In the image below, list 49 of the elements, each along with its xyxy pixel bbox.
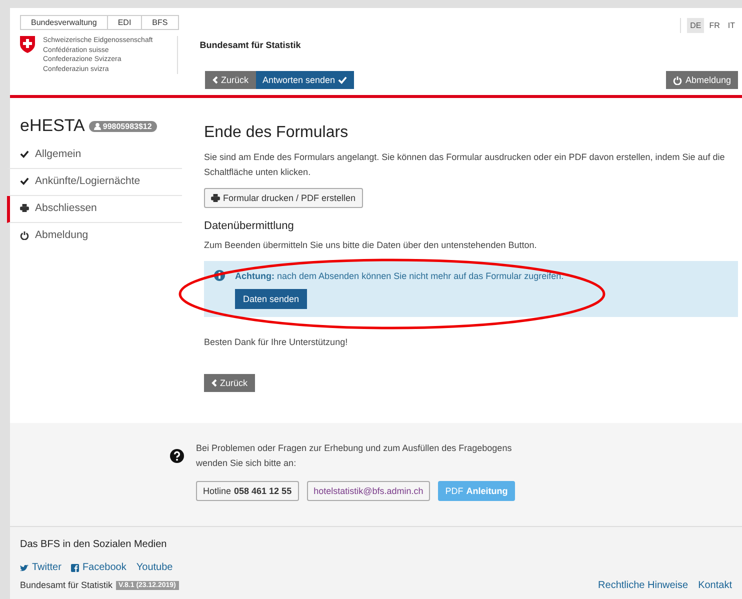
power-icon [673, 76, 682, 84]
sidebar-item[interactable]: Allgemein [7, 142, 182, 169]
language-link[interactable]: DE [687, 18, 704, 33]
info-icon [214, 270, 225, 281]
back-button[interactable]: Zurück [204, 374, 255, 392]
facebook-icon [71, 564, 80, 572]
check-icon [20, 150, 29, 158]
print-button[interactable]: Formular drucken / PDF erstellen [204, 188, 363, 208]
breadcrumb-link[interactable]: Bundesverwaltung [20, 15, 108, 30]
email-button[interactable]: hotelstatistik@bfs.admin.ch [306, 481, 430, 501]
section-text: Zum Beenden übermitteln Sie uns bitte die Daten über den untenstehenden Button. [204, 239, 537, 252]
social-link[interactable]: Twitter [20, 562, 62, 573]
thanks-text: Besten Dank für Ihre Unterstützung! [204, 336, 348, 349]
footer-link[interactable]: Kontakt [698, 580, 732, 591]
language-link[interactable]: IT [724, 18, 738, 33]
sidebar-item[interactable]: Ankünfte/Logiernächte [7, 169, 182, 196]
help-text: Bei Problemen oder Fragen zur Erhebung und zum Ausfüllen des Fragebogens wenden Sie sich bitte an: [196, 442, 513, 470]
bird-icon [20, 564, 29, 572]
printer-icon [211, 194, 220, 202]
office-title: Bundesamt für Statistik [200, 40, 301, 50]
footer-link[interactable]: Rechtliche Hinweise [598, 580, 688, 591]
social-link[interactable]: Youtube [136, 562, 173, 573]
office-name: Bundesamt für Statistik [20, 580, 113, 590]
power-icon [20, 230, 29, 240]
help-icon [170, 449, 184, 463]
hotline-button[interactable]: Hotline 058 461 12 55 [196, 481, 299, 501]
check-icon [20, 177, 29, 185]
check-icon [338, 76, 348, 84]
logout-button[interactable]: Abmeldung [666, 71, 738, 89]
app-title: eHESTA [20, 116, 85, 136]
swiss-shield-icon [20, 36, 35, 53]
submit-answers-button[interactable]: Antworten senden [256, 71, 354, 89]
warning-text: Achtung: nach dem Absenden können Sie nicht mehr auf das Formular zugreifen. [235, 270, 564, 283]
sidebar-item[interactable]: Abmeldung [7, 223, 182, 249]
user-badge: 99805983$12 [88, 120, 157, 132]
page-title: Ende des Formulars [204, 124, 348, 142]
social-link[interactable]: Facebook [71, 562, 126, 573]
intro-text: Sie sind am Ende des Formulars angelangt. Sie können das Formular ausdrucken oder ein PDF davon erstellen, indem Sie auf die Schaltfläche unten klicken. [204, 151, 726, 179]
chevron-left-icon [212, 76, 218, 84]
chevron-left-icon [211, 379, 217, 387]
social-title: Das BFS in den Sozialen Medien [20, 539, 168, 550]
breadcrumb-link[interactable]: BFS [141, 15, 179, 30]
printer-icon [20, 204, 29, 212]
breadcrumb-link[interactable]: EDI [106, 15, 142, 30]
send-data-button[interactable]: Daten senden [235, 289, 308, 309]
language-link[interactable]: FR [706, 18, 723, 33]
back-button[interactable]: Zurück [205, 71, 256, 89]
sidebar-item[interactable]: Abschliessen [7, 196, 182, 223]
section-title: Datenübermittlung [204, 220, 294, 232]
